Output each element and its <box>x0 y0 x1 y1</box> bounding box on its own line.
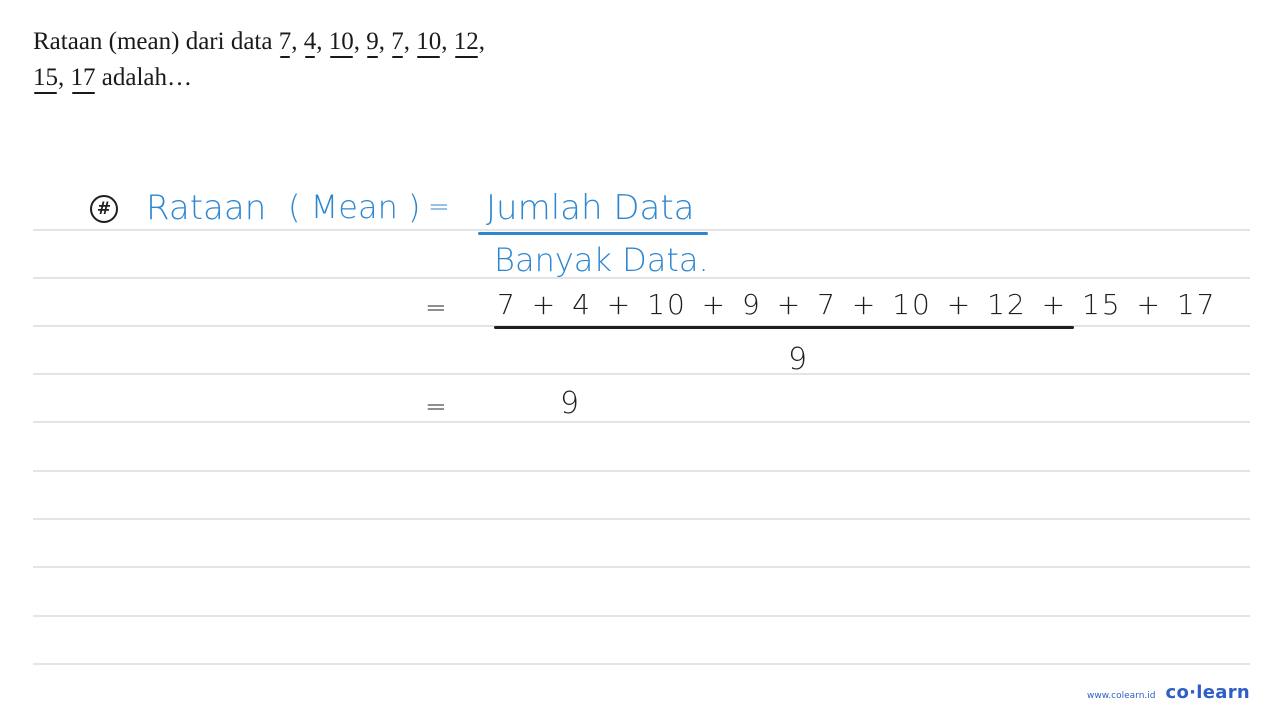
ruled-line <box>33 615 1250 617</box>
ruled-line <box>33 566 1250 568</box>
brand-logo: co·learn <box>1165 682 1250 703</box>
ruled-line <box>33 229 1250 231</box>
question-prefix: Rataan (mean) dari data <box>33 28 279 55</box>
ruled-line <box>33 470 1250 472</box>
data-value: 12 <box>453 28 479 55</box>
final-answer: 9 <box>560 386 580 421</box>
brand-footer: www.colearn.id co·learn <box>1087 682 1250 703</box>
data-value: 10 <box>416 28 442 55</box>
ruled-line <box>33 373 1250 375</box>
step2-equals-sign: = <box>425 293 447 323</box>
formula-denominator: Banyak Data. <box>494 241 709 279</box>
data-value: 4 <box>303 28 317 55</box>
ruled-line <box>33 518 1250 520</box>
brand-url[interactable]: www.colearn.id <box>1087 691 1155 701</box>
step2-numerator: 7 + 4 + 10 + 9 + 7 + 10 + 12 + 15 + 17 <box>497 288 1217 321</box>
question-suffix: adalah… <box>95 64 192 91</box>
formula-lhs: Rataan <box>146 188 267 228</box>
data-value: 17 <box>70 64 96 91</box>
data-value: 10 <box>328 28 354 55</box>
question-text: Rataan (mean) dari data 7, 4, 10, 9, 7, … <box>33 28 485 91</box>
step2-denominator: 9 <box>788 342 808 377</box>
ruled-line <box>33 663 1250 665</box>
formula-lhs-paren: ( Mean ) <box>288 188 421 226</box>
equals-sign: = <box>428 192 450 222</box>
formula-fraction-bar <box>478 232 708 235</box>
formula-numerator: Jumlah Data <box>486 188 695 228</box>
step3-equals-sign: = <box>425 392 447 422</box>
data-value: 7 <box>278 28 292 55</box>
data-value: 15 <box>33 64 58 91</box>
data-value: 7 <box>391 28 404 55</box>
hash-circle-icon: # <box>90 195 118 223</box>
step2-fraction-bar <box>494 326 1074 329</box>
ruled-line <box>33 421 1250 423</box>
data-value: 9 <box>366 28 379 55</box>
